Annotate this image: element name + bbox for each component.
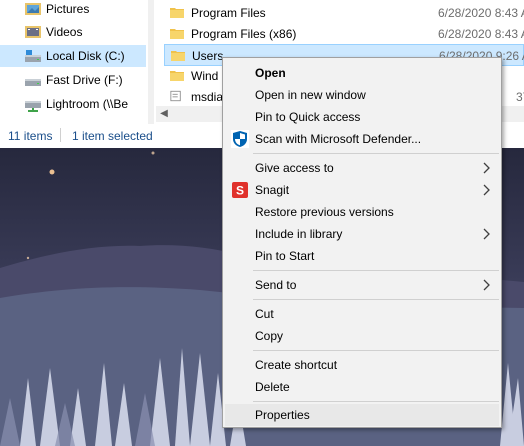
menu-label: Open bbox=[255, 66, 286, 80]
menu-label: Cut bbox=[255, 307, 274, 321]
menu-item-restore-versions[interactable]: Restore previous versions bbox=[225, 201, 499, 223]
status-selected-count: 1 item selected bbox=[72, 129, 153, 143]
pictures-folder-icon bbox=[25, 3, 41, 15]
nav-label-local-disk-c: Local Disk (C:) bbox=[46, 49, 125, 63]
navigation-pane: Pictures Videos Local Disk (C:) Fast Dri… bbox=[0, 0, 146, 124]
nav-pane-scrollbar[interactable] bbox=[148, 0, 154, 124]
nav-label-lightroom: Lightroom (\\Be bbox=[46, 97, 129, 111]
menu-label: Send to bbox=[255, 278, 297, 292]
videos-folder-icon bbox=[25, 26, 41, 38]
menu-item-delete[interactable]: Delete bbox=[225, 376, 499, 398]
menu-item-include-library[interactable]: Include in library bbox=[225, 223, 499, 245]
drive-icon bbox=[25, 50, 41, 62]
menu-item-open[interactable]: Open bbox=[225, 62, 499, 84]
menu-label: Copy bbox=[255, 329, 284, 343]
menu-separator bbox=[253, 401, 499, 402]
file-icon bbox=[170, 90, 181, 102]
menu-label: Properties bbox=[255, 408, 310, 422]
context-menu: Open Open in new window Pin to Quick acc… bbox=[222, 57, 502, 428]
nav-item-videos[interactable]: Videos bbox=[0, 21, 146, 43]
menu-label: Pin to Start bbox=[255, 249, 315, 263]
chevron-right-icon bbox=[483, 184, 490, 196]
file-row-program-files[interactable]: Program Files 6/28/2020 8:43 AM bbox=[164, 2, 524, 24]
menu-item-pin-quick-access[interactable]: Pin to Quick access bbox=[225, 106, 499, 128]
menu-label: Restore previous versions bbox=[255, 205, 394, 219]
menu-item-snagit[interactable]: S Snagit bbox=[225, 179, 499, 201]
file-date: 6/28/2020 8:43 AM bbox=[438, 6, 524, 20]
chevron-right-icon bbox=[483, 228, 490, 240]
file-name: msdia bbox=[191, 90, 224, 104]
menu-label: Include in library bbox=[255, 227, 343, 241]
menu-label: Pin to Quick access bbox=[255, 110, 361, 124]
menu-separator bbox=[253, 270, 499, 271]
drive-icon bbox=[25, 79, 41, 86]
file-name: Users bbox=[192, 49, 224, 63]
menu-item-create-shortcut[interactable]: Create shortcut bbox=[225, 354, 499, 376]
nav-item-fast-drive-f[interactable]: Fast Drive (F:) bbox=[0, 69, 146, 91]
file-name: Program Files (x86) bbox=[191, 27, 297, 41]
menu-label: Delete bbox=[255, 380, 290, 394]
nav-item-local-disk-c[interactable]: Local Disk (C:) bbox=[0, 45, 146, 67]
defender-shield-icon bbox=[231, 130, 249, 148]
folder-icon bbox=[171, 51, 185, 61]
file-name: Program Files bbox=[191, 6, 266, 20]
chevron-right-icon bbox=[483, 279, 490, 291]
nav-item-lightroom[interactable]: Lightroom (\\Be bbox=[0, 93, 146, 115]
scroll-left-arrow-icon[interactable]: ◀ bbox=[156, 106, 172, 122]
svg-text:S: S bbox=[236, 184, 244, 198]
menu-item-cut[interactable]: Cut bbox=[225, 303, 499, 325]
snagit-icon: S bbox=[232, 182, 248, 198]
menu-item-properties[interactable]: Properties bbox=[225, 404, 499, 426]
file-date: 6/28/2020 8:43 AM bbox=[438, 27, 524, 41]
status-item-count: 11 items bbox=[8, 129, 53, 143]
status-divider bbox=[60, 128, 61, 142]
menu-label: Give access to bbox=[255, 161, 334, 175]
nav-label-pictures: Pictures bbox=[46, 2, 90, 16]
menu-label: Snagit bbox=[255, 183, 290, 197]
folder-icon bbox=[170, 8, 184, 18]
menu-item-scan-defender[interactable]: Scan with Microsoft Defender... bbox=[225, 128, 499, 150]
menu-item-give-access[interactable]: Give access to bbox=[225, 157, 499, 179]
file-name: Wind bbox=[191, 69, 219, 83]
menu-label: Create shortcut bbox=[255, 358, 338, 372]
menu-separator bbox=[253, 350, 499, 351]
menu-item-pin-start[interactable]: Pin to Start bbox=[225, 245, 499, 267]
menu-item-open-new-window[interactable]: Open in new window bbox=[225, 84, 499, 106]
menu-label: Open in new window bbox=[255, 88, 366, 102]
file-row-program-files-x86[interactable]: Program Files (x86) 6/28/2020 8:43 AM bbox=[164, 23, 524, 45]
folder-icon bbox=[170, 29, 184, 39]
menu-label: Scan with Microsoft Defender... bbox=[255, 132, 422, 146]
menu-separator bbox=[253, 299, 499, 300]
menu-item-send-to[interactable]: Send to bbox=[225, 274, 499, 296]
menu-separator bbox=[253, 153, 499, 154]
nav-label-fast-drive-f: Fast Drive (F:) bbox=[46, 73, 123, 87]
folder-icon bbox=[170, 71, 184, 81]
file-date: 37 P bbox=[516, 90, 524, 104]
menu-item-copy[interactable]: Copy bbox=[225, 325, 499, 347]
nav-item-pictures[interactable]: Pictures bbox=[0, 0, 146, 20]
nav-label-videos: Videos bbox=[46, 25, 83, 39]
network-drive-icon bbox=[25, 101, 41, 112]
chevron-right-icon bbox=[483, 162, 490, 174]
